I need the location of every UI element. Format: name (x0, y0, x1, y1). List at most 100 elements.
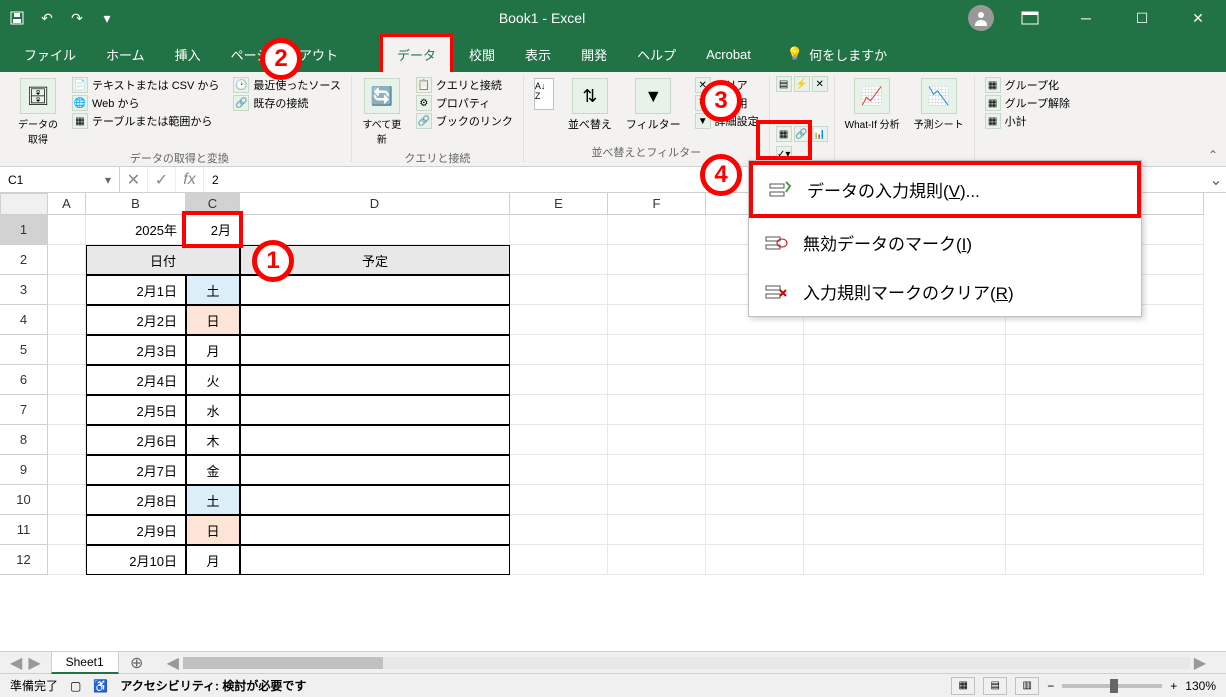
from-web-button[interactable]: 🌐Web から (68, 94, 223, 112)
cell[interactable] (48, 425, 86, 455)
row-header[interactable]: 10 (0, 485, 48, 515)
cell[interactable]: 2月4日 (86, 365, 186, 395)
cell[interactable] (510, 395, 608, 425)
data-validation-menuitem[interactable]: データの入力規則(V)... (749, 161, 1141, 218)
cell[interactable] (608, 305, 706, 335)
row-header[interactable]: 6 (0, 365, 48, 395)
sheet-nav-next-icon[interactable]: ▶ (28, 653, 40, 673)
whatif-button[interactable]: 📈 What-If 分析 (841, 76, 904, 133)
tab-review[interactable]: 校閲 (455, 37, 509, 72)
cell[interactable] (608, 485, 706, 515)
row-header[interactable]: 11 (0, 515, 48, 545)
filter-button[interactable]: ▼ フィルター (622, 76, 685, 134)
row-header-2[interactable]: 2 (0, 245, 48, 275)
horizontal-scrollbar[interactable]: ◀ ▶ (167, 653, 1206, 673)
row-header[interactable]: 12 (0, 545, 48, 575)
macro-record-icon[interactable]: ▢ (70, 679, 81, 693)
cell[interactable] (48, 455, 86, 485)
remove-dup-icon[interactable]: ✕ (812, 76, 828, 92)
row-header[interactable]: 8 (0, 425, 48, 455)
cell[interactable] (804, 425, 1006, 455)
cell[interactable] (608, 275, 706, 305)
cell[interactable] (48, 365, 86, 395)
cell[interactable] (1006, 485, 1204, 515)
sort-button[interactable]: ⇅ 並べ替え (564, 76, 616, 134)
row-header[interactable]: 7 (0, 395, 48, 425)
cell[interactable] (48, 395, 86, 425)
flash-fill-icon[interactable]: ⚡ (794, 76, 810, 92)
cell[interactable]: 2025年 (86, 215, 186, 245)
cell[interactable] (706, 335, 804, 365)
cell[interactable] (240, 335, 510, 365)
cell[interactable] (608, 515, 706, 545)
accessibility-icon[interactable]: ♿ (93, 679, 108, 693)
cell[interactable] (510, 485, 608, 515)
zoom-in-button[interactable]: + (1170, 679, 1177, 693)
from-csv-button[interactable]: 📄テキストまたは CSV から (68, 76, 223, 94)
scroll-thumb[interactable] (183, 657, 383, 669)
add-sheet-button[interactable]: ⊕ (127, 653, 147, 673)
tell-me-search[interactable]: 💡 何をしますか (787, 45, 887, 64)
row-header[interactable]: 9 (0, 455, 48, 485)
accept-formula-icon[interactable]: ✓ (148, 167, 176, 192)
redo-icon[interactable]: ↷ (68, 9, 86, 27)
cell[interactable] (240, 425, 510, 455)
qat-customize-icon[interactable]: ▾ (98, 9, 116, 27)
user-avatar-icon[interactable] (968, 5, 994, 31)
cell[interactable] (510, 215, 608, 245)
cell[interactable] (706, 515, 804, 545)
row-header-1[interactable]: 1 (0, 215, 48, 245)
cell[interactable] (1006, 545, 1204, 575)
cell[interactable] (804, 335, 1006, 365)
sheet-tab-1[interactable]: Sheet1 (51, 651, 119, 674)
zoom-slider[interactable] (1062, 684, 1162, 688)
cell[interactable] (510, 425, 608, 455)
cell[interactable] (608, 245, 706, 275)
cell[interactable] (706, 425, 804, 455)
sheet-nav-prev-icon[interactable]: ◀ (10, 653, 22, 673)
cell[interactable] (804, 545, 1006, 575)
cell[interactable] (510, 275, 608, 305)
undo-icon[interactable]: ↶ (38, 9, 56, 27)
col-header-e[interactable]: E (510, 193, 608, 215)
cell[interactable] (804, 395, 1006, 425)
cell[interactable]: 月 (186, 545, 240, 575)
cell[interactable] (608, 395, 706, 425)
links-button[interactable]: 🔗ブックのリンク (412, 112, 517, 130)
text-to-cols-icon[interactable]: ▤ (776, 76, 792, 92)
tab-developer[interactable]: 開発 (567, 37, 621, 72)
queries-button[interactable]: 📋クエリと接続 (412, 76, 517, 94)
cell[interactable]: 2月9日 (86, 515, 186, 545)
tab-view[interactable]: 表示 (511, 37, 565, 72)
cell[interactable] (804, 515, 1006, 545)
cell[interactable] (608, 545, 706, 575)
sort-az-button[interactable]: A↓Z (530, 76, 558, 112)
formula-expand-icon[interactable]: ⌄ (1206, 170, 1226, 190)
row-header[interactable]: 5 (0, 335, 48, 365)
cell[interactable] (804, 365, 1006, 395)
cell[interactable] (804, 455, 1006, 485)
cell[interactable]: 火 (186, 365, 240, 395)
cell[interactable] (240, 545, 510, 575)
scroll-left-icon[interactable]: ◀ (167, 653, 179, 673)
scroll-track[interactable] (183, 657, 1190, 669)
cell[interactable]: 木 (186, 425, 240, 455)
tab-data[interactable]: データ (380, 34, 453, 75)
cell[interactable] (510, 245, 608, 275)
cell[interactable] (240, 515, 510, 545)
cell[interactable] (510, 545, 608, 575)
cell[interactable] (510, 305, 608, 335)
cell[interactable]: 2月5日 (86, 395, 186, 425)
cell[interactable] (1006, 425, 1204, 455)
tab-help[interactable]: ヘルプ (623, 37, 690, 72)
ungroup-button[interactable]: ▦グループ解除 (981, 94, 1074, 112)
row-header[interactable]: 4 (0, 305, 48, 335)
row-header[interactable]: 3 (0, 275, 48, 305)
cell[interactable] (706, 395, 804, 425)
zoom-level[interactable]: 130% (1185, 679, 1216, 693)
cell[interactable] (804, 485, 1006, 515)
col-header-a[interactable]: A (48, 193, 86, 215)
cell[interactable] (1006, 515, 1204, 545)
tab-insert[interactable]: 挿入 (161, 37, 215, 72)
cell[interactable] (510, 365, 608, 395)
